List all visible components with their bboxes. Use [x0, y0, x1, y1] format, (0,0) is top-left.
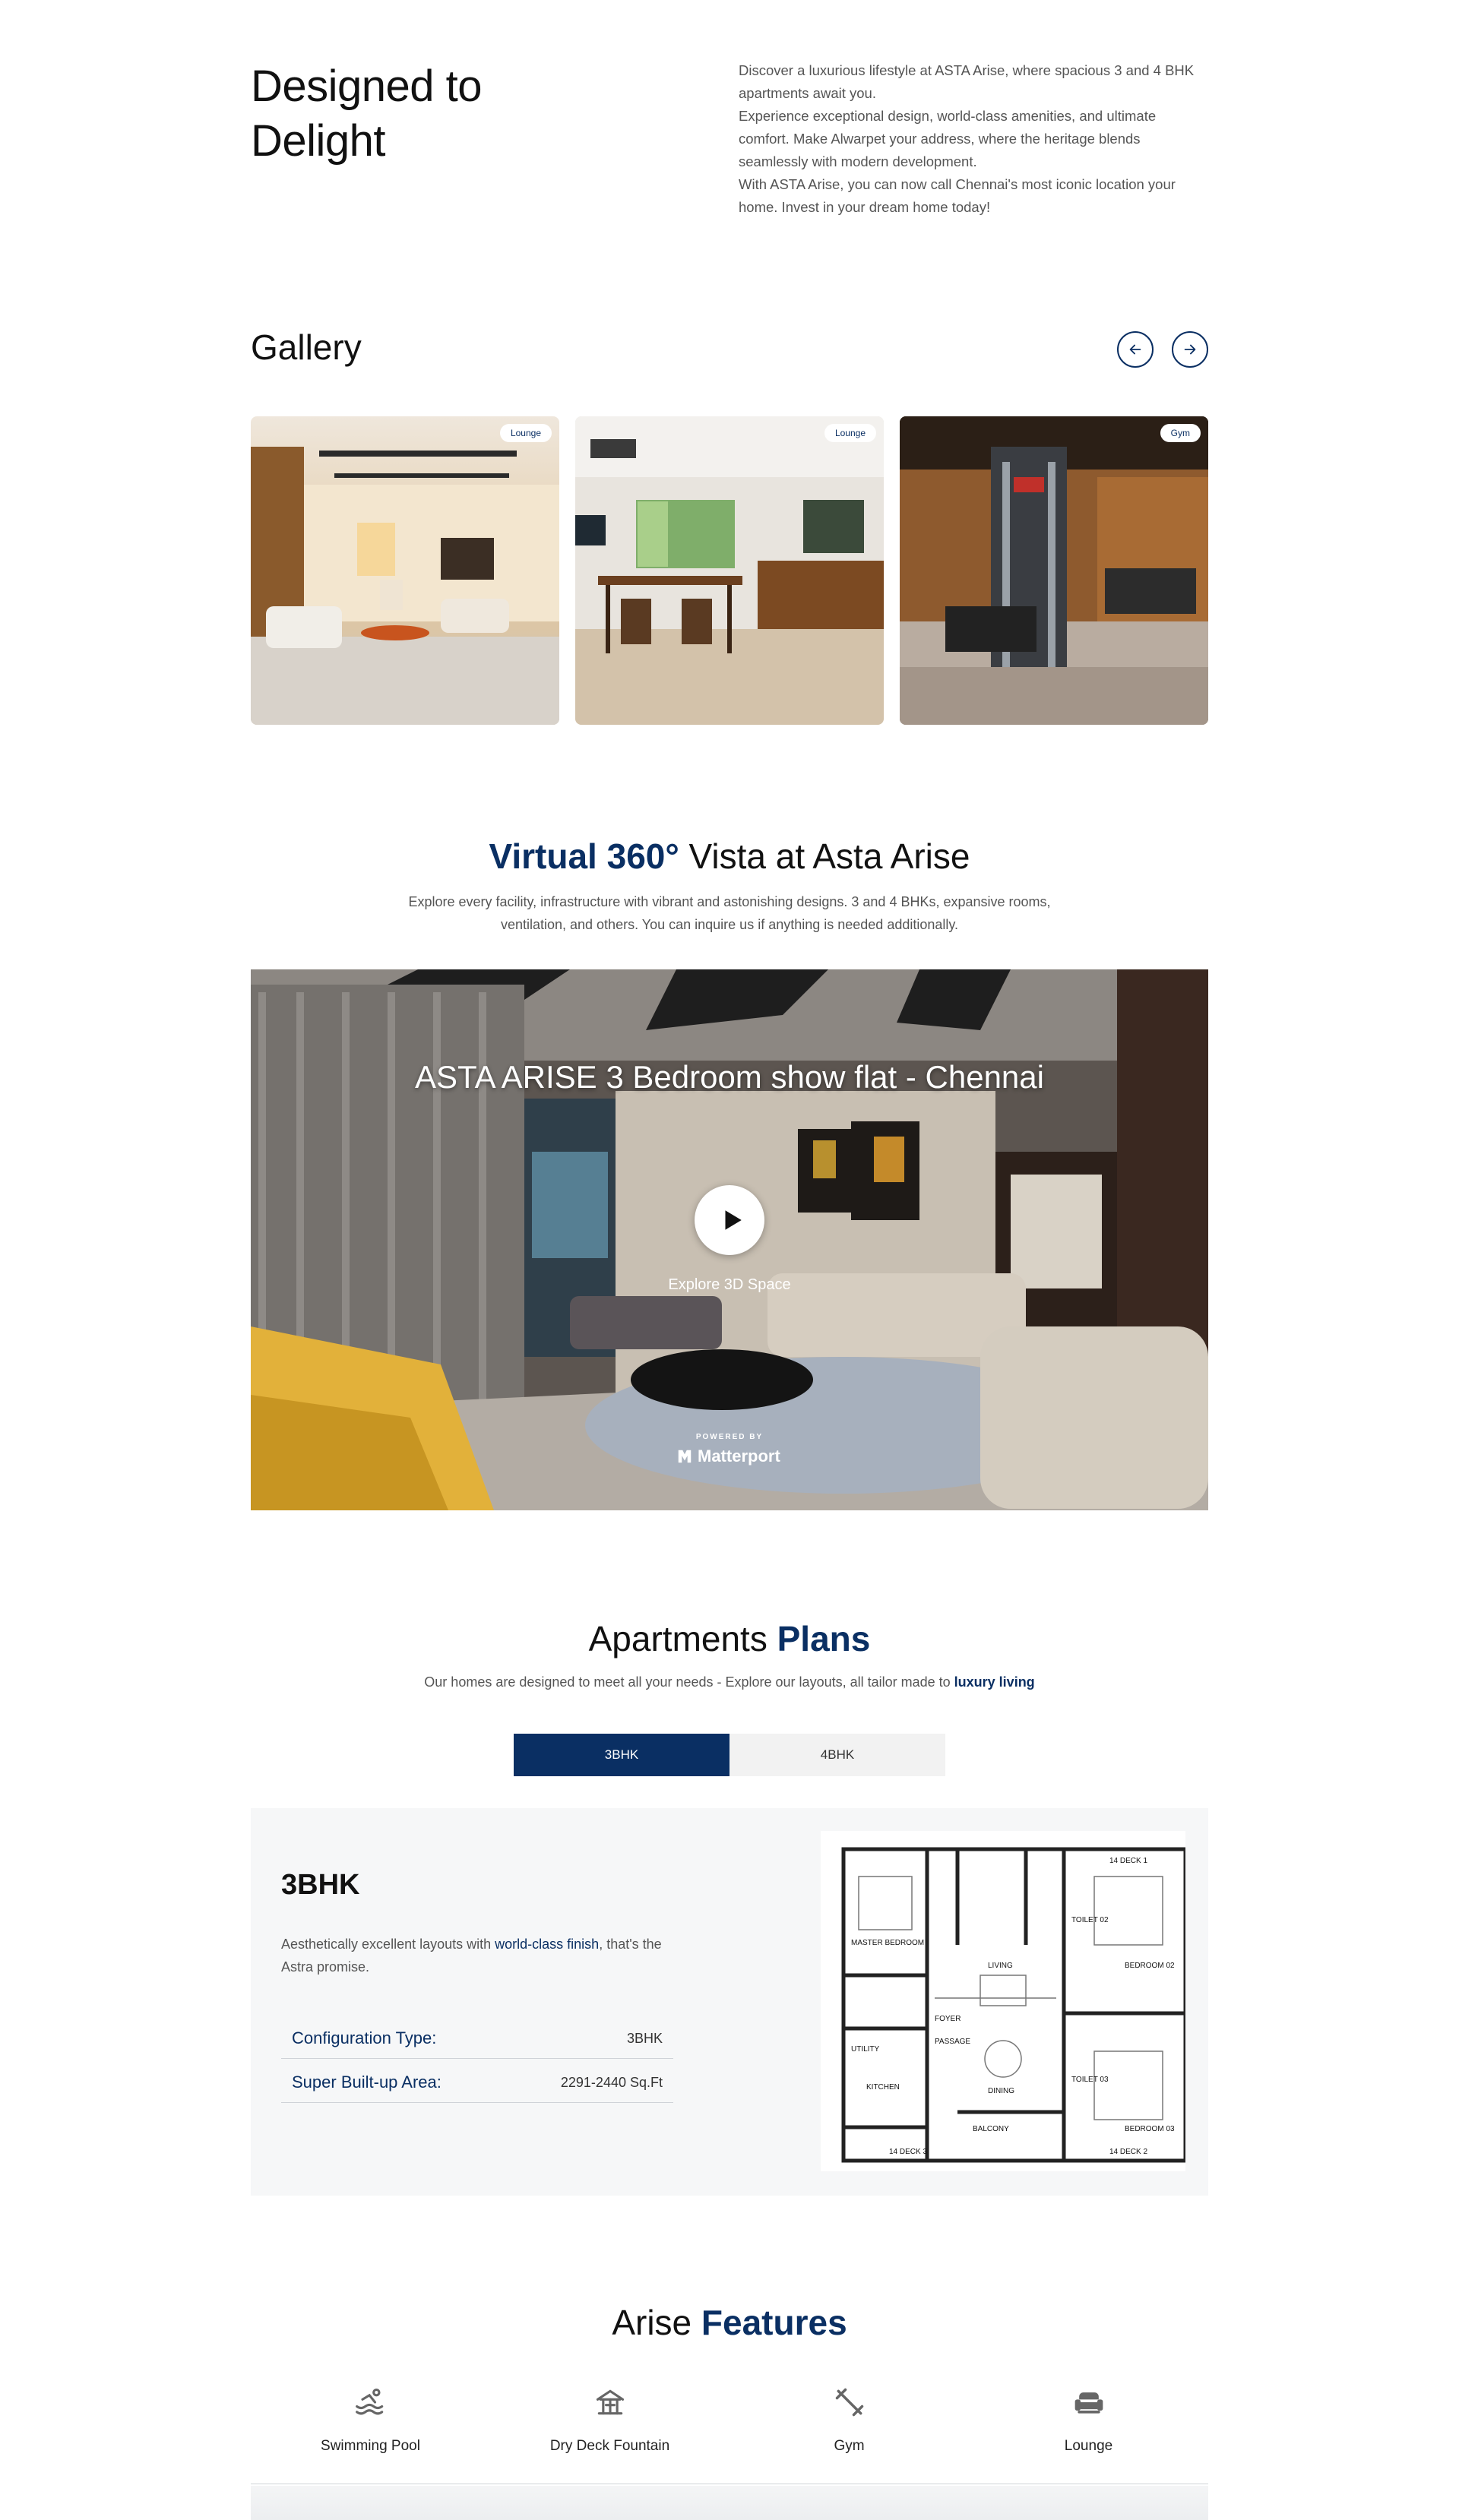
virtual-tour-title-rest: Vista at Asta Arise — [679, 836, 970, 876]
floorplan-label: TOILET 02 — [1071, 1916, 1109, 1924]
feature-label: Lounge — [1064, 2438, 1113, 2454]
gallery-card[interactable]: Lounge — [575, 416, 884, 725]
plan-desc-highlight: world-class finish — [495, 1937, 600, 1952]
matterport-viewer[interactable]: ASTA ARISE 3 Bedroom show flat - Chennai… — [251, 969, 1208, 1510]
plans-title-rest: Apartments — [588, 1619, 777, 1658]
gallery-prev-button[interactable] — [1117, 331, 1154, 368]
floorplan-label: MASTER BEDROOM — [851, 1939, 924, 1947]
floorplan-label: TOILET 03 — [1071, 2076, 1109, 2084]
sofa-icon — [1074, 2392, 1103, 2414]
intro-title: Designed to Delight — [251, 62, 483, 166]
plans-header: Apartments Plans Our homes are designed … — [251, 1618, 1208, 1702]
gallery-card[interactable]: Lounge — [251, 416, 559, 725]
video-title: ASTA ARISE 3 Bedroom show flat - Chennai — [415, 1059, 1044, 1095]
virtual-tour-description: Explore every facility, infrastructure w… — [408, 894, 1051, 932]
play-button[interactable] — [695, 1185, 764, 1255]
spec-row: Super Built-up Area: 2291-2440 Sq.Ft — [281, 2059, 673, 2103]
lounge-photo — [251, 416, 559, 725]
intro-paragraph: With ASTA Arise, you can now call Chenna… — [739, 176, 1176, 215]
plan-desc-pre: Aesthetically excellent layouts with — [281, 1937, 495, 1952]
intro-paragraph: Discover a luxurious lifestyle at ASTA A… — [739, 62, 1195, 101]
feature-item: Lounge — [969, 2386, 1208, 2455]
floorplan-label: LIVING — [988, 1962, 1013, 1970]
arrow-right-icon — [1184, 344, 1196, 355]
plan-panel: 3BHK Aesthetically excellent layouts wit… — [251, 1808, 1208, 2196]
virtual-tour-header: Virtual 360° Vista at Asta Arise Explore… — [251, 836, 1208, 942]
floor-plan-drawing: 14 DECK 1 14 DECK 2 14 DECK 3 MASTER BED… — [841, 1847, 1188, 2163]
spec-value: 3BHK — [626, 2031, 663, 2046]
virtual-tour-title-bold: Virtual 360° — [489, 836, 679, 876]
explore-3d-label: Explore 3D Space — [668, 1276, 791, 1293]
floorplan-label: BALCONY — [973, 2125, 1009, 2133]
plans-subtitle-text: Our homes are designed to meet all your … — [424, 1674, 954, 1690]
floorplan-label: DINING — [988, 2087, 1014, 2095]
feature-item: Swimming Pool — [251, 2386, 490, 2455]
gallery-card[interactable]: Gym — [900, 416, 1208, 725]
matterport-icon — [678, 1450, 692, 1463]
next-section-preview — [251, 2486, 1208, 2520]
feature-label: Swimming Pool — [321, 2438, 420, 2454]
floorplan-label: KITCHEN — [866, 2083, 900, 2092]
gallery-carousel: Lounge Lounge Gym — [251, 416, 1208, 726]
floor-plan[interactable]: 14 DECK 1 14 DECK 2 14 DECK 3 MASTER BED… — [821, 1831, 1188, 2171]
plans-title-bold: Plans — [777, 1619, 871, 1658]
floorplan-label: 14 DECK 2 — [1109, 2148, 1147, 2156]
plans-subtitle-bold: luxury living — [954, 1674, 1035, 1690]
plan-description: Aesthetically excellent layouts with wor… — [281, 1933, 676, 1978]
floorplan-label: UTILITY — [851, 2045, 880, 2054]
play-icon — [725, 1210, 742, 1230]
gallery-tag: Lounge — [499, 424, 552, 442]
tab-3bhk[interactable]: 3BHK — [514, 1734, 730, 1776]
floorplan-label: BEDROOM 03 — [1125, 2125, 1175, 2133]
virtual-tour-title: Virtual 360° Vista at Asta Arise — [251, 836, 1208, 877]
powered-by-label: POWERED BY — [695, 1433, 764, 1441]
floorplan-label: 14 DECK 3 — [889, 2148, 927, 2156]
spec-label: Super Built-up Area: — [292, 2073, 441, 2092]
features-list: Swimming Pool Dry Deck Fountain Gym Loun… — [251, 2386, 1208, 2484]
intro-copy: Discover a luxurious lifestyle at ASTA A… — [739, 59, 1210, 219]
gallery-tag: Lounge — [824, 424, 876, 442]
spec-row: Configuration Type: 3BHK — [281, 2015, 673, 2059]
feature-label: Gym — [834, 2438, 865, 2454]
plans-subtitle: Our homes are designed to meet all your … — [251, 1674, 1208, 1690]
swimming-pool-icon — [355, 2388, 383, 2415]
gallery-title: Gallery — [251, 327, 362, 367]
gym-photo — [900, 416, 1208, 725]
fountain-icon — [596, 2389, 624, 2415]
feature-item: Dry Deck Fountain — [490, 2386, 730, 2455]
floorplan-label: PASSAGE — [935, 2038, 970, 2046]
features-title-bold: Features — [701, 2303, 847, 2342]
feature-label: Dry Deck Fountain — [549, 2438, 670, 2454]
features-title-rest: Arise — [612, 2303, 701, 2342]
dumbbell-icon — [835, 2388, 863, 2417]
gallery-tag: Gym — [1160, 424, 1201, 442]
intro-section: Designed to Delight Discover a luxurious… — [251, 59, 1208, 226]
spec-label: Configuration Type: — [292, 2028, 437, 2047]
lounge-bar-photo — [575, 416, 884, 725]
floorplan-label: 14 DECK 1 — [1109, 1857, 1147, 1865]
features-header: Arise Features — [251, 2302, 1208, 2355]
arrow-left-icon — [1129, 344, 1141, 355]
matterport-brand-text: Matterport — [698, 1447, 780, 1466]
matterport-logo[interactable]: Matterport — [676, 1445, 780, 1468]
feature-item: Gym — [730, 2386, 969, 2455]
plan-name: 3BHK — [281, 1869, 360, 1901]
floorplan-label: BEDROOM 02 — [1125, 1962, 1175, 1970]
gallery-header: Gallery — [251, 322, 1208, 375]
plan-tabs: 3BHK 4BHK — [514, 1734, 945, 1776]
tab-4bhk[interactable]: 4BHK — [730, 1734, 945, 1776]
spec-value: 2291-2440 Sq.Ft — [560, 2075, 663, 2090]
floorplan-label: FOYER — [935, 2015, 961, 2023]
intro-paragraph: Experience exceptional design, world-cla… — [739, 108, 1157, 169]
plans-title: Apartments Plans — [251, 1618, 1208, 1659]
gallery-next-button[interactable] — [1172, 331, 1208, 368]
features-title: Arise Features — [251, 2302, 1208, 2343]
